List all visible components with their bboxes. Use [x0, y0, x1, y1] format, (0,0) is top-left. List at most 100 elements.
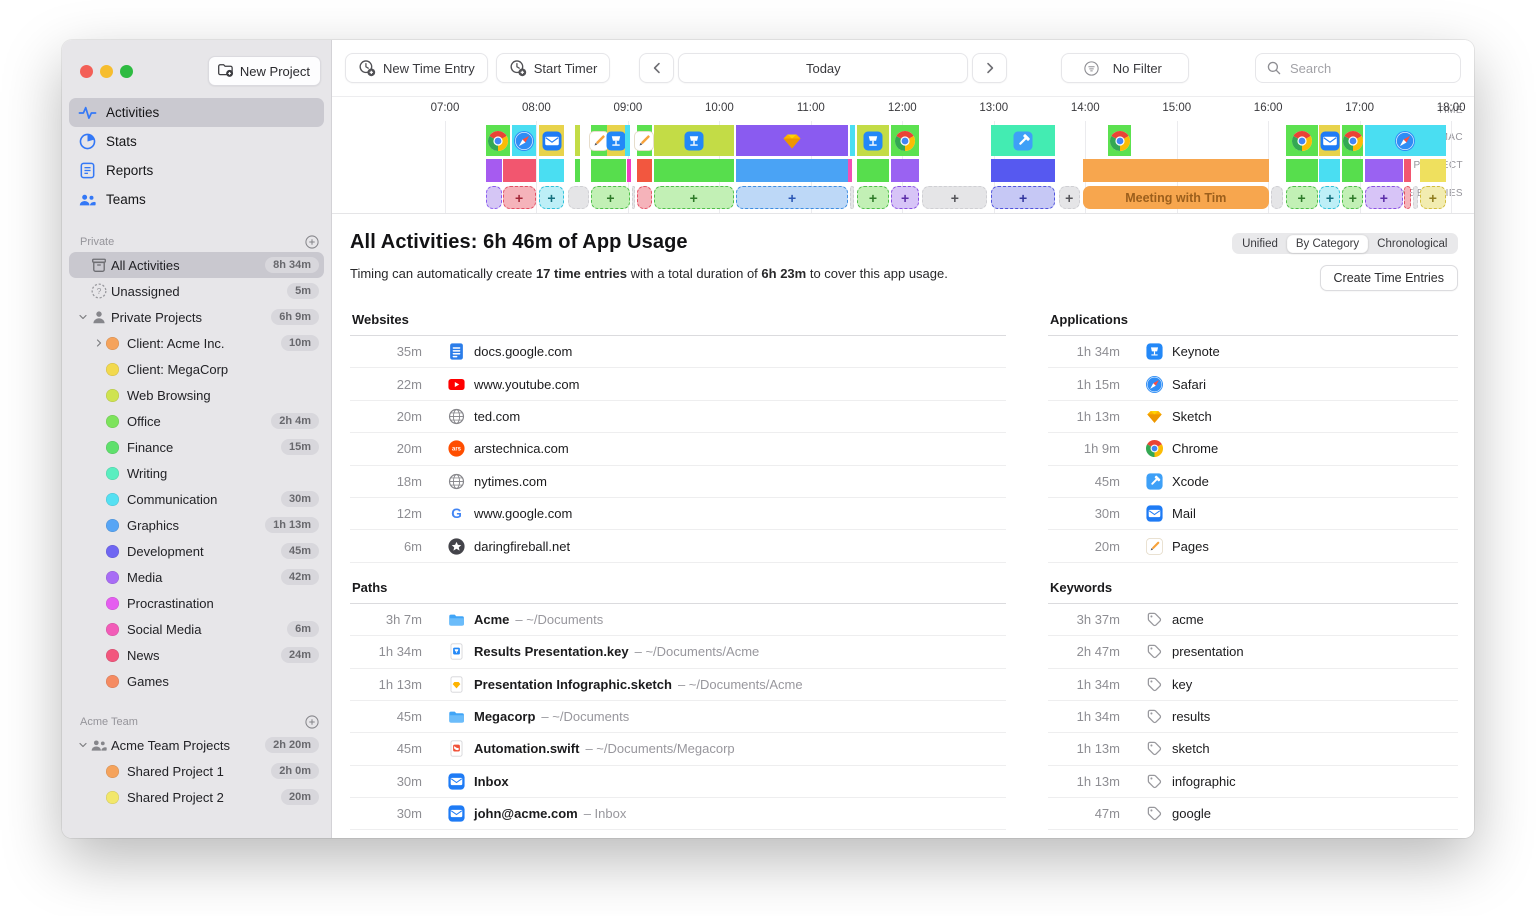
app-usage-block[interactable]	[607, 125, 625, 156]
sidebar-item-all-activities[interactable]: All Activities8h 34m	[69, 252, 324, 278]
paths-row[interactable]: 45mAutomation.swift– ~/Documents/Megacor…	[350, 733, 1006, 765]
view-mode-chronological[interactable]: Chronological	[1368, 235, 1456, 253]
keywords-row[interactable]: 1h 13minfographic	[1048, 766, 1458, 798]
project-block[interactable]	[637, 159, 652, 182]
app-usage-block[interactable]	[575, 125, 580, 156]
sidebar-nav-stats[interactable]: Stats	[69, 127, 324, 156]
keywords-row[interactable]: 1h 34mresults	[1048, 701, 1458, 733]
next-day-button[interactable]	[972, 53, 1007, 83]
project-block[interactable]	[1342, 159, 1363, 182]
applications-row[interactable]: 1h 13mSketch	[1048, 401, 1458, 433]
time-entry-block[interactable]: +	[1420, 186, 1446, 209]
time-entry-block[interactable]: +	[891, 186, 918, 209]
project-block[interactable]	[1083, 159, 1270, 182]
project-block[interactable]	[1365, 159, 1402, 182]
paths-row[interactable]: 1h 34mResults Presentation.key– ~/Docume…	[350, 636, 1006, 668]
app-usage-block[interactable]	[991, 125, 1055, 156]
project-block[interactable]	[1420, 159, 1446, 182]
sidebar-item-writing[interactable]: Writing	[85, 460, 324, 486]
sidebar-item-office[interactable]: Office2h 4m	[85, 408, 324, 434]
time-entry-block[interactable]: +	[922, 186, 987, 209]
time-entry-block[interactable]: +	[539, 186, 564, 209]
applications-row[interactable]: 1h 9mChrome	[1048, 433, 1458, 465]
app-usage-block[interactable]	[1342, 125, 1363, 156]
websites-row[interactable]: 20marsarstechnica.com	[350, 433, 1006, 465]
start-timer-button[interactable]: Start Timer	[496, 53, 611, 83]
app-usage-block[interactable]	[857, 125, 890, 156]
project-block[interactable]	[848, 159, 852, 182]
time-entry-block[interactable]	[1404, 186, 1410, 209]
zoom-window-button[interactable]	[120, 65, 133, 78]
project-block[interactable]	[991, 159, 1055, 182]
project-block[interactable]	[591, 159, 626, 182]
app-usage-block[interactable]	[637, 125, 652, 156]
add-project-icon[interactable]	[304, 234, 320, 250]
app-usage-block[interactable]	[1286, 125, 1318, 156]
project-block[interactable]	[736, 159, 849, 182]
date-picker-today[interactable]: Today	[678, 53, 968, 83]
sidebar-item-client-megacorp[interactable]: Client: MegaCorp	[85, 356, 324, 382]
app-usage-block[interactable]	[891, 125, 918, 156]
time-entry-meeting[interactable]: Meeting with Tim	[1083, 186, 1270, 209]
websites-row[interactable]: 12mGwww.google.com	[350, 498, 1006, 530]
sidebar-item-graphics[interactable]: Graphics1h 13m	[85, 512, 324, 538]
keywords-row[interactable]: 2h 47mpresentation	[1048, 636, 1458, 668]
filter-button[interactable]: No Filter	[1061, 53, 1189, 83]
project-block[interactable]	[627, 159, 631, 182]
keywords-row[interactable]: 3h 37macme	[1048, 604, 1458, 636]
sidebar-item-games[interactable]: Games	[85, 668, 324, 694]
app-usage-block[interactable]	[512, 125, 536, 156]
sidebar-item-communication[interactable]: Communication30m	[85, 486, 324, 512]
paths-row[interactable]: 3h 7mAcme– ~/Documents	[350, 604, 1006, 636]
sidebar-item-procrastination[interactable]: Procrastination	[85, 590, 324, 616]
time-entry-block[interactable]	[1271, 186, 1283, 209]
app-usage-block[interactable]	[736, 125, 849, 156]
project-block[interactable]	[1286, 159, 1318, 182]
sidebar-item-development[interactable]: Development45m	[85, 538, 324, 564]
create-time-entries-button[interactable]: Create Time Entries	[1320, 265, 1458, 291]
time-entry-block[interactable]: +	[991, 186, 1055, 209]
close-window-button[interactable]	[80, 65, 93, 78]
paths-row[interactable]: 45mMegacorp– ~/Documents	[350, 701, 1006, 733]
websites-row[interactable]: 18mnytimes.com	[350, 466, 1006, 498]
sidebar-item-unassigned[interactable]: ?Unassigned5m	[69, 278, 324, 304]
applications-row[interactable]: 45mXcode	[1048, 466, 1458, 498]
paths-row[interactable]: 30mInbox	[350, 766, 1006, 798]
sidebar-nav-reports[interactable]: Reports	[69, 156, 324, 185]
time-entry-block[interactable]	[568, 186, 589, 209]
add-project-icon[interactable]	[304, 714, 320, 730]
project-block[interactable]	[857, 159, 890, 182]
sidebar-item-media[interactable]: Media42m	[85, 564, 324, 590]
sidebar-item-finance[interactable]: Finance15m	[85, 434, 324, 460]
time-entry-block[interactable]	[850, 186, 854, 209]
time-entry-block[interactable]: +	[1342, 186, 1363, 209]
app-usage-block[interactable]	[1319, 125, 1340, 156]
time-entry-block[interactable]	[637, 186, 652, 209]
app-usage-block[interactable]	[539, 125, 564, 156]
minimize-window-button[interactable]	[100, 65, 113, 78]
view-mode-unified[interactable]: Unified	[1233, 235, 1287, 253]
sidebar-item-news[interactable]: News24m	[85, 642, 324, 668]
time-entry-block[interactable]: +	[1319, 186, 1340, 209]
time-entry-block[interactable]: +	[654, 186, 734, 209]
new-project-button[interactable]: New Project	[208, 56, 321, 86]
websites-row[interactable]: 22mwww.youtube.com	[350, 368, 1006, 400]
keywords-row[interactable]: 47mgoogle	[1048, 798, 1458, 830]
paths-row[interactable]: 30mjohn@acme.com– Inbox	[350, 798, 1006, 830]
applications-row[interactable]: 20mPages	[1048, 530, 1458, 562]
project-block[interactable]	[503, 159, 536, 182]
sidebar-item-shared-project-2[interactable]: Shared Project 220m	[85, 784, 324, 810]
project-block[interactable]	[891, 159, 918, 182]
previous-day-button[interactable]	[639, 53, 674, 83]
chevron-down-icon[interactable]	[75, 311, 90, 323]
search-input[interactable]	[1288, 60, 1450, 77]
time-entry-block[interactable]: +	[736, 186, 849, 209]
app-usage-block[interactable]	[1365, 125, 1445, 156]
keywords-row[interactable]: 1h 13msketch	[1048, 733, 1458, 765]
app-usage-block[interactable]	[654, 125, 734, 156]
project-block[interactable]	[654, 159, 734, 182]
time-entry-block[interactable]	[1413, 186, 1418, 209]
search-field[interactable]	[1255, 53, 1461, 83]
websites-row[interactable]: 20mted.com	[350, 401, 1006, 433]
app-usage-block[interactable]	[625, 125, 630, 156]
